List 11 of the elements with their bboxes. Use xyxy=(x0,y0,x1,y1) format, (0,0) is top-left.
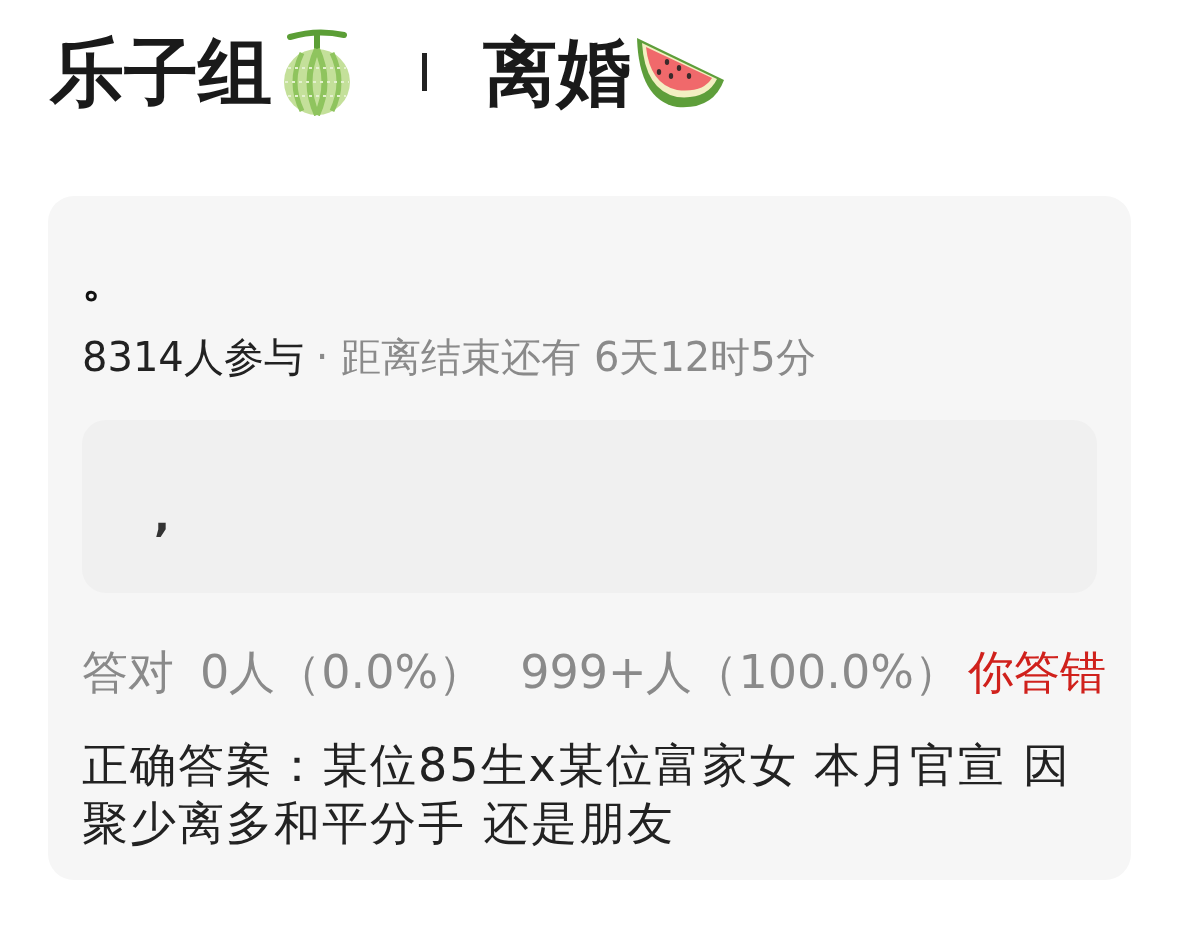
stat-label: 答对 xyxy=(82,644,174,700)
topic-title: 离婚 xyxy=(483,28,631,117)
correct-answer-text: 正确答案：某位85生x某位富家女 本月官宣 因聚少离多和平分手 还是朋友 xyxy=(82,737,1072,852)
option-text: , xyxy=(154,491,170,542)
question-title: 。 xyxy=(82,259,126,303)
result-label: 你答错 xyxy=(967,644,1106,700)
correct-count: 0人（0.0%） xyxy=(200,644,485,700)
participant-count: 8314人参与 xyxy=(82,333,304,382)
wrong-count: 999+人（100.0%） xyxy=(520,644,960,700)
group-title: 乐子组 xyxy=(50,28,272,117)
countdown-text: · 距离结束还有 6天12时5分 xyxy=(315,333,816,382)
